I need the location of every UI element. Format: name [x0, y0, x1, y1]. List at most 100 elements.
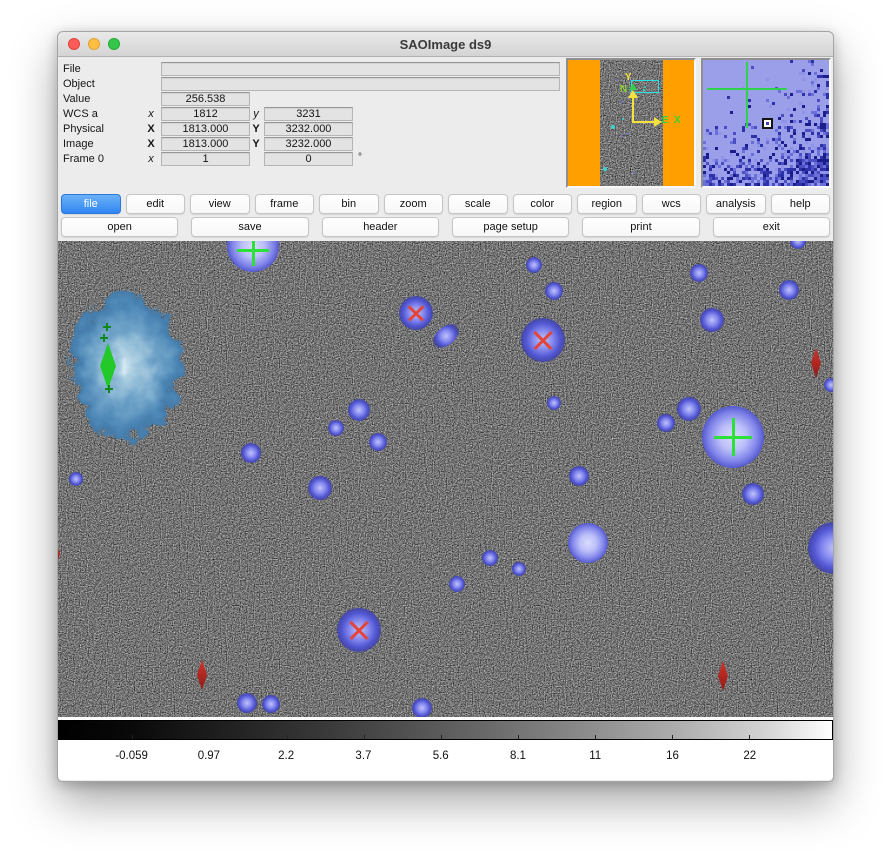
info-row-physical: Physical X 1813.000 Y 3232.000 — [58, 122, 568, 136]
magnifier-noise-pixel — [766, 162, 769, 165]
magnifier-noise-pixel — [757, 183, 760, 186]
star — [348, 399, 370, 421]
menu-button-file[interactable]: file — [61, 194, 121, 214]
magnifier-noise-pixel — [811, 84, 814, 87]
magnifier-noise-pixel — [772, 102, 775, 105]
green-crosshair-marker-icon[interactable] — [714, 418, 752, 456]
wcs-y-field[interactable]: 3231 — [264, 107, 353, 121]
compass-n-label: N — [620, 84, 627, 95]
command-button-header[interactable]: header — [322, 217, 439, 237]
colorbar-tick — [441, 735, 442, 739]
star — [241, 443, 261, 463]
frame-zoom-field[interactable]: 1 — [161, 152, 250, 166]
magnifier-noise-pixel — [784, 144, 787, 147]
red-x-marker-icon[interactable] — [406, 303, 426, 323]
magnifier-noise-pixel — [733, 183, 736, 186]
green-dot-marker-icon — [103, 323, 111, 331]
magnifier-noise-pixel — [784, 120, 787, 123]
star — [369, 433, 387, 451]
degree-symbol: ° — [358, 152, 362, 163]
menu-button-color[interactable]: color — [513, 194, 573, 214]
object-field[interactable] — [161, 77, 560, 91]
magnifier-noise-pixel — [727, 96, 730, 99]
image-label: Image — [63, 138, 94, 150]
file-field[interactable] — [161, 62, 560, 76]
physical-y-field[interactable]: 3232.000 — [264, 122, 353, 136]
menu-button-analysis[interactable]: analysis — [706, 194, 766, 214]
magnifier-noise-pixel — [751, 153, 754, 156]
magnifier-noise-pixel — [718, 165, 721, 168]
menu-button-bin[interactable]: bin — [319, 194, 379, 214]
menu-button-zoom[interactable]: zoom — [384, 194, 444, 214]
command-button-exit[interactable]: exit — [713, 217, 830, 237]
colorbar-gradient[interactable] — [58, 720, 833, 740]
traffic-lights — [68, 38, 120, 50]
minimize-button[interactable] — [88, 38, 100, 50]
info-row-frame: Frame 0 x 1 0 ° — [58, 152, 568, 166]
menu-button-frame[interactable]: frame — [255, 194, 315, 214]
star — [779, 280, 799, 300]
title-bar[interactable]: SAOImage ds9 — [58, 32, 833, 57]
colorbar-tick — [364, 735, 365, 739]
star — [569, 466, 589, 486]
wcs-x-label: x — [144, 108, 158, 120]
magnifier-noise-pixel — [772, 153, 775, 156]
colorbar-tick-label: 22 — [743, 750, 756, 762]
magnifier-noise-pixel — [820, 135, 823, 138]
magnifier-noise-pixel — [769, 171, 772, 174]
magnifier-noise-pixel — [745, 147, 748, 150]
zoom-button[interactable] — [108, 38, 120, 50]
magnifier-noise-pixel — [799, 120, 802, 123]
magnifier-noise-pixel — [781, 114, 784, 117]
wcs-x-field[interactable]: 1812 — [161, 107, 250, 121]
command-button-print[interactable]: print — [582, 217, 699, 237]
green-crosshair-marker-icon[interactable] — [237, 241, 269, 266]
red-x-marker-icon[interactable] — [531, 328, 555, 352]
colorbar-tick — [595, 735, 596, 739]
star — [328, 420, 344, 436]
colorbar-tick-label: 11 — [589, 750, 601, 762]
menu-button-region[interactable]: region — [577, 194, 637, 214]
image-canvas[interactable] — [58, 241, 833, 717]
star — [526, 257, 542, 273]
panner[interactable]: Y N E X — [566, 58, 696, 188]
magnifier-noise-pixel — [826, 183, 829, 186]
magnifier-noise-pixel — [742, 129, 745, 132]
magnifier-noise-pixel — [787, 96, 790, 99]
compass-y-label: Y — [625, 72, 632, 83]
magnifier-noise-pixel — [715, 147, 718, 150]
magnifier-noise-pixel — [811, 150, 814, 153]
window-title: SAOImage ds9 — [400, 37, 492, 52]
magnifier-noise-pixel — [802, 72, 805, 75]
magnifier-noise-pixel — [817, 99, 820, 102]
value-field[interactable]: 256.538 — [161, 92, 250, 106]
red-x-marker-icon[interactable] — [347, 618, 371, 642]
star — [412, 698, 432, 717]
magnifier-noise-pixel — [742, 150, 745, 153]
menu-button-scale[interactable]: scale — [448, 194, 508, 214]
menu-button-help[interactable]: help — [771, 194, 831, 214]
frame-rotate-field[interactable]: 0 — [264, 152, 353, 166]
magnifier-noise-pixel — [748, 99, 751, 102]
magnifier-noise-pixel — [718, 132, 721, 135]
menu-button-wcs[interactable]: wcs — [642, 194, 702, 214]
command-button-page-setup[interactable]: page setup — [452, 217, 569, 237]
command-button-save[interactable]: save — [191, 217, 308, 237]
image-x-field[interactable]: 1813.000 — [161, 137, 250, 151]
magnifier-noise-pixel — [790, 60, 793, 63]
magnifier-noise-pixel — [814, 90, 817, 93]
star — [69, 472, 83, 486]
command-button-open[interactable]: open — [61, 217, 178, 237]
physical-x-field[interactable]: 1813.000 — [161, 122, 250, 136]
colorbar-tick — [132, 735, 133, 739]
colorbar-tick-label: 8.1 — [510, 750, 526, 762]
magnifier-noise-pixel — [793, 132, 796, 135]
menu-button-view[interactable]: view — [190, 194, 250, 214]
image-y-field[interactable]: 3232.000 — [264, 137, 353, 151]
close-button[interactable] — [68, 38, 80, 50]
magnifier-noise-pixel — [787, 108, 790, 111]
menu-button-edit[interactable]: edit — [126, 194, 186, 214]
compass-x-label: X — [674, 115, 681, 126]
magnifier-noise-pixel — [757, 150, 760, 153]
magnifier-noise-pixel — [703, 165, 706, 168]
